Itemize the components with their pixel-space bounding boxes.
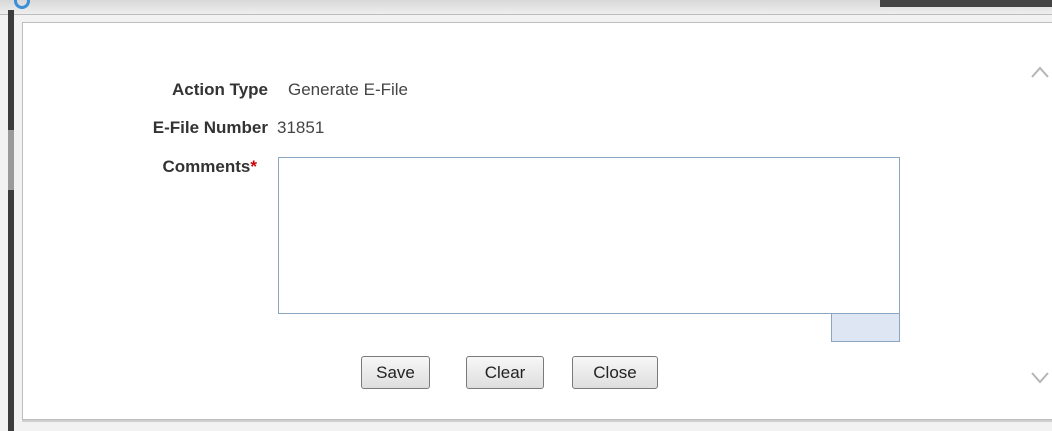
save-button[interactable]: Save bbox=[361, 356, 430, 389]
dialog-bottom-border bbox=[22, 420, 1052, 422]
efile-number-value: 31851 bbox=[277, 118, 325, 137]
comments-label: Comments bbox=[162, 157, 251, 176]
action-type-value: Generate E-File bbox=[288, 80, 408, 99]
browser-logo-icon bbox=[14, 0, 30, 9]
title-bar bbox=[0, 0, 1052, 15]
chevron-down-icon[interactable] bbox=[1029, 366, 1051, 388]
action-type-label: Action Type bbox=[171, 80, 268, 99]
comments-textarea[interactable] bbox=[278, 157, 900, 314]
efile-number-label: E-File Number bbox=[152, 118, 268, 137]
left-scrollbar[interactable] bbox=[8, 10, 14, 431]
title-bar-dark-region bbox=[880, 0, 1052, 7]
chevron-up-icon[interactable] bbox=[1029, 62, 1051, 84]
textarea-resize-handle[interactable] bbox=[831, 313, 900, 342]
window-frame: Action Type Generate E-File E-File Numbe… bbox=[0, 0, 1052, 431]
close-button[interactable]: Close bbox=[572, 356, 658, 389]
comments-label-group: Comments* bbox=[100, 157, 257, 177]
left-scrollbar-thumb[interactable] bbox=[8, 130, 14, 190]
clear-button[interactable]: Clear bbox=[466, 356, 544, 389]
required-marker: * bbox=[250, 157, 257, 176]
